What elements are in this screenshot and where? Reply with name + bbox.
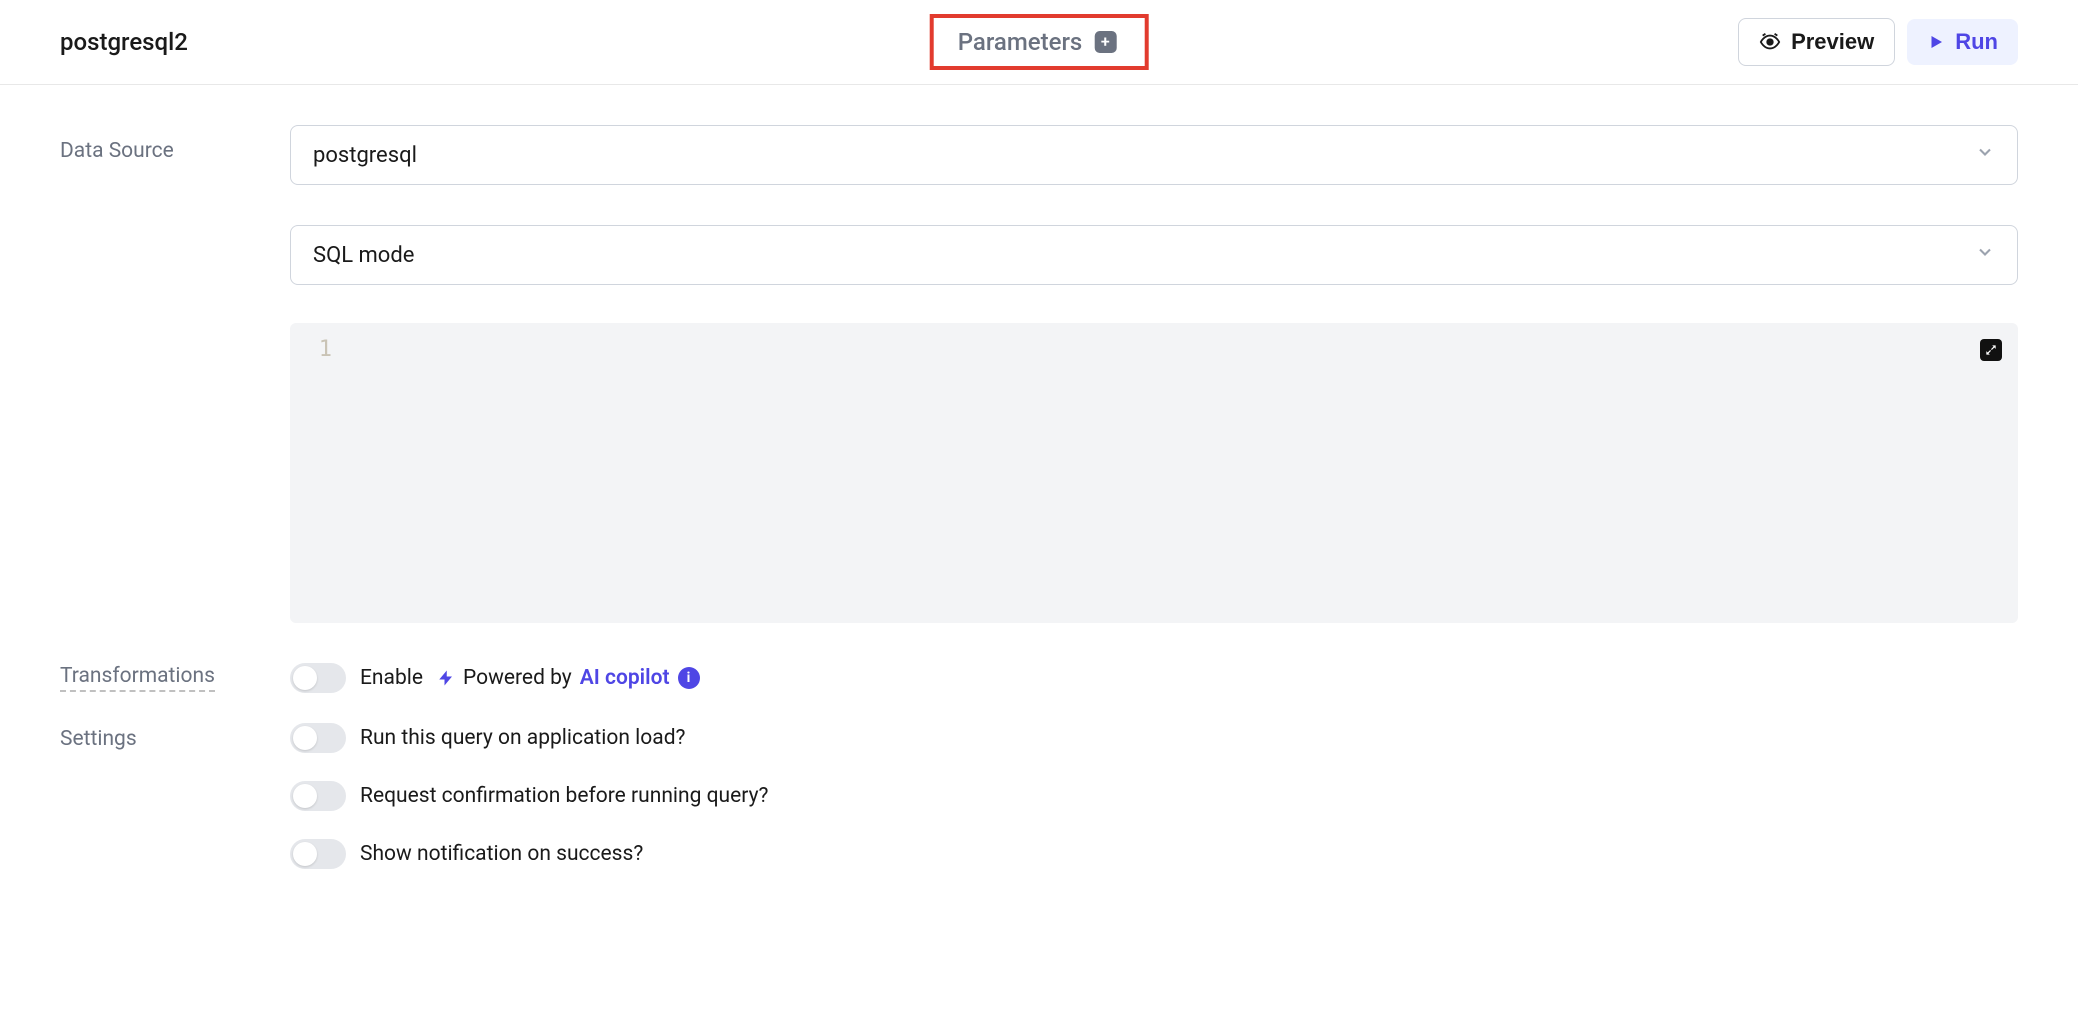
setting-toggle-notify[interactable] [290,839,346,869]
eye-icon [1759,31,1781,53]
preview-button[interactable]: Preview [1738,18,1895,66]
chevron-down-icon [1975,242,1995,268]
setting-row: Run this query on application load? [290,723,2018,753]
settings-section-label: Settings [60,723,290,751]
data-source-row: Data Source postgresql [60,125,2018,185]
mode-value: SQL mode [313,243,414,268]
powered-by: Powered by AI copilot i [437,666,700,690]
play-icon [1927,33,1945,51]
run-button[interactable]: Run [1907,19,2018,65]
settings-row: Settings Run this query on application l… [60,723,2018,869]
transformations-section-label: Transformations [60,664,290,692]
transformations-row: Transformations Enable Powered by AI cop… [60,663,2018,693]
editor-content[interactable] [332,337,2000,609]
setting-label: Request confirmation before running quer… [360,784,768,808]
setting-row: Show notification on success? [290,839,2018,869]
setting-row: Request confirmation before running quer… [290,781,2018,811]
sql-editor[interactable]: 1 [290,323,2018,623]
plus-icon: + [1094,31,1116,53]
enable-transformations-toggle[interactable] [290,663,346,693]
editor-gutter: 1 [308,337,332,609]
ai-copilot-link[interactable]: AI copilot [580,666,670,690]
setting-label: Run this query on application load? [360,726,685,750]
query-body: Data Source postgresql SQL mode 1 [0,85,2078,949]
preview-label: Preview [1791,29,1874,55]
expand-editor-button[interactable] [1980,339,2002,361]
bolt-icon [437,669,455,687]
mode-spacer [60,225,290,239]
data-source-label: Data Source [60,125,290,163]
line-number: 1 [308,337,332,362]
chevron-down-icon [1975,142,1995,168]
parameters-button[interactable]: Parameters + [930,14,1149,70]
powered-prefix: Powered by [463,666,572,690]
setting-toggle-run-on-load[interactable] [290,723,346,753]
header-actions: Preview Run [1738,18,2018,66]
setting-label: Show notification on success? [360,842,643,866]
data-source-select[interactable]: postgresql [290,125,2018,185]
mode-editor-row: SQL mode 1 [60,225,2018,623]
info-icon[interactable]: i [678,667,700,689]
data-source-value: postgresql [313,143,417,168]
setting-toggle-confirm[interactable] [290,781,346,811]
mode-select[interactable]: SQL mode [290,225,2018,285]
query-header: postgresql2 Parameters + Preview Run [0,0,2078,85]
parameters-label: Parameters [958,28,1083,56]
run-label: Run [1955,29,1998,55]
expand-icon [1984,343,1998,357]
query-name[interactable]: postgresql2 [60,28,188,56]
enable-label: Enable [360,666,423,690]
